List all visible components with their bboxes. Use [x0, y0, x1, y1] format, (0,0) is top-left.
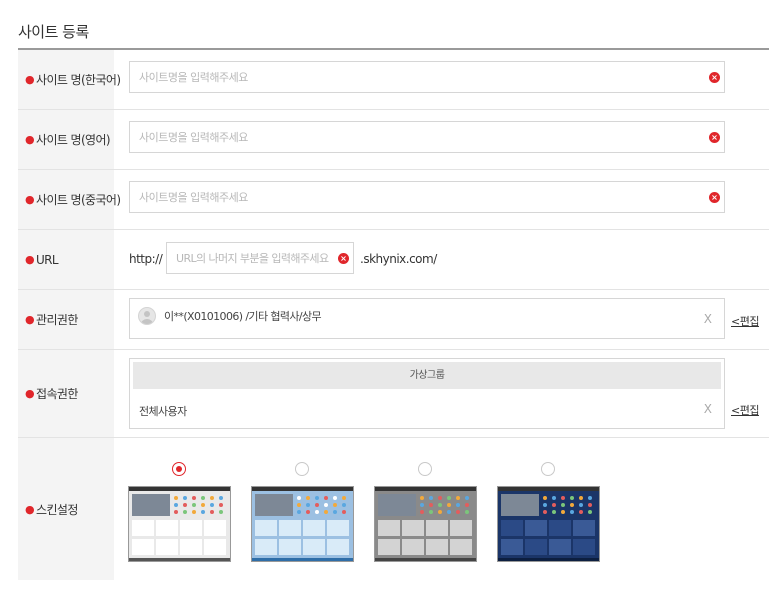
admin-user-chip: 이**(X0101006) /기타 협력사/상무	[138, 307, 322, 325]
bullet-icon: ●	[25, 193, 35, 206]
skin-radio-3[interactable]	[418, 462, 432, 476]
group-header: 가상그룹	[133, 362, 721, 389]
access-item: 전체사용자	[139, 405, 187, 418]
remove-admin-button[interactable]: X	[704, 312, 712, 326]
site-name-zh-field	[129, 181, 725, 213]
edit-admin-link[interactable]: <편집	[731, 313, 759, 329]
row-skin-setting: ● 스킨설정	[18, 438, 769, 580]
row-admin-permission: ● 관리권한 이**(X0101006) /기타 협력사/상무 X <편집	[18, 290, 769, 350]
site-name-ko-field	[129, 61, 725, 93]
page-title: 사이트 등록	[18, 23, 89, 41]
bullet-icon: ●	[25, 387, 35, 400]
skin-thumbnail-2[interactable]	[251, 486, 354, 562]
url-input[interactable]	[167, 243, 353, 273]
admin-user-box: 이**(X0101006) /기타 협력사/상무 X	[129, 298, 725, 339]
skin-radio-4[interactable]	[541, 462, 555, 476]
url-field	[166, 242, 354, 274]
site-name-en-input[interactable]	[130, 122, 724, 152]
label-site-name-en: ● 사이트 명(영어)	[18, 110, 114, 169]
row-site-name-ko: ●사이트 명(한국어) ×	[18, 50, 769, 110]
label-access-permission: ● 접속권한	[18, 350, 114, 437]
skin-thumbnail-1[interactable]	[128, 486, 231, 562]
remove-access-button[interactable]: X	[704, 402, 712, 416]
row-site-name-zh: ●사이트 명(중국어) ×	[18, 170, 769, 230]
label-site-name-zh: ● 사이트 명(중국어)	[18, 170, 121, 229]
clear-circle-icon[interactable]: ×	[709, 192, 720, 203]
label-skin-setting: ● 스킨설정	[18, 438, 114, 580]
skin-thumbnail-4[interactable]	[497, 486, 600, 562]
bullet-icon: ●	[25, 313, 35, 326]
clear-circle-icon[interactable]: ×	[709, 132, 720, 143]
bullet-icon: ●	[25, 133, 35, 146]
site-register-form: ●사이트 명(한국어) × ●사이트 명(영어) × ●사이트 명(중국어)	[18, 50, 769, 580]
row-access-permission: ● 접속권한 가상그룹 전체사용자 X <편집	[18, 350, 769, 438]
user-avatar-icon	[138, 307, 156, 325]
skin-radio-1[interactable]	[172, 462, 186, 476]
label-site-name-ko: ● 사이트 명(한국어)	[18, 50, 121, 109]
site-name-ko-input[interactable]	[130, 62, 724, 92]
access-group-box: 가상그룹 전체사용자 X	[129, 358, 725, 429]
clear-circle-icon[interactable]: ×	[338, 253, 349, 264]
site-name-zh-input[interactable]	[130, 182, 724, 212]
skin-thumbnail-3[interactable]	[374, 486, 477, 562]
bullet-icon: ●	[25, 502, 35, 516]
url-suffix: .skhynix.com/	[360, 252, 437, 266]
label-url: ● URL	[18, 230, 114, 289]
label-admin-permission: ● 관리권한	[18, 290, 114, 349]
clear-circle-icon[interactable]: ×	[709, 72, 720, 83]
skin-radio-2[interactable]	[295, 462, 309, 476]
site-name-en-field	[129, 121, 725, 153]
row-site-name-en: ●사이트 명(영어) ×	[18, 110, 769, 170]
bullet-icon: ●	[25, 253, 35, 266]
url-prefix: http://	[129, 252, 163, 266]
admin-user-name: 이**(X0101006) /기타 협력사/상무	[164, 310, 322, 323]
bullet-icon: ●	[25, 73, 35, 86]
edit-access-link[interactable]: <편집	[731, 402, 759, 418]
row-url: ●URL http:// × .skhynix.com/	[18, 230, 769, 290]
